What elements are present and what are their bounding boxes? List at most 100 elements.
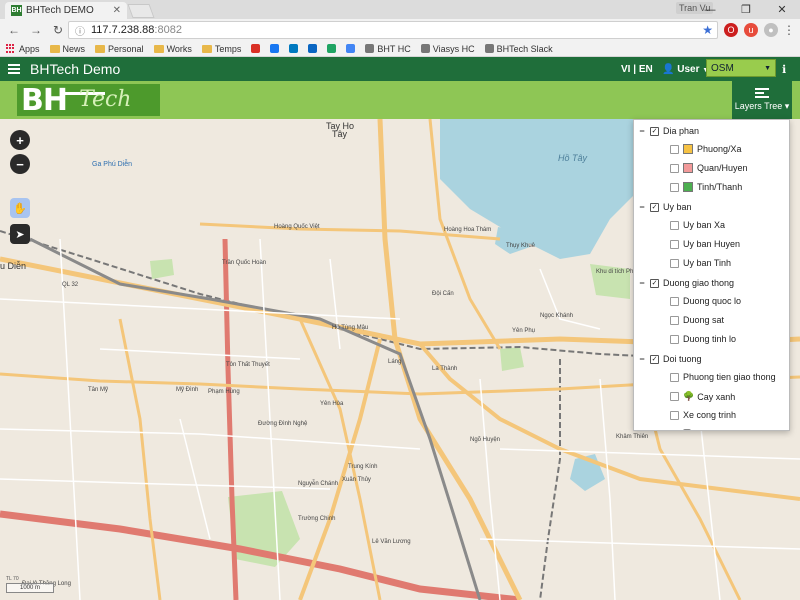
opera-extension-icon[interactable]: O xyxy=(724,23,738,37)
layer-group-checkbox[interactable]: ✓ xyxy=(650,202,659,212)
brand-band: BH Tech xyxy=(0,81,800,119)
basemap-select[interactable]: OSM ▼ xyxy=(706,59,776,77)
layer-group[interactable]: − ✓ Dia phan xyxy=(634,126,699,136)
layer-item-checkbox[interactable] xyxy=(670,144,679,154)
bookmark-label: BHTech Slack xyxy=(496,43,553,54)
bookmark-item[interactable] xyxy=(270,44,280,53)
layer-group-checkbox[interactable]: ✓ xyxy=(650,126,659,136)
park-area xyxy=(500,347,524,371)
layer-item-label: Xe cong trinh xyxy=(683,410,737,420)
layer-item-label: Uy ban Tinh xyxy=(683,258,732,268)
layers-tree-button[interactable]: Layers Tree ▾ xyxy=(732,81,792,119)
layer-item-label: Uy ban Xa xyxy=(683,220,726,230)
forward-arrow-icon[interactable]: → xyxy=(28,23,44,37)
bookmark-item[interactable]: Personal xyxy=(95,44,144,54)
layer-item[interactable]: Uy ban Huyen xyxy=(670,239,740,249)
layer-item[interactable]: Cong ty xyxy=(670,429,725,430)
bookmark-star-icon[interactable]: ★ xyxy=(702,23,713,37)
pan-hand-tool-icon[interactable]: ✋ xyxy=(10,198,30,218)
browser-menu-icon[interactable]: ⋮ xyxy=(782,23,796,37)
collapse-toggle-icon[interactable]: − xyxy=(634,278,650,288)
folder-icon xyxy=(49,44,60,53)
window-close-icon[interactable]: ✕ xyxy=(764,0,800,19)
bhtech-logo: BH Tech xyxy=(17,83,160,118)
collapse-toggle-icon[interactable]: − xyxy=(634,202,650,212)
bookmark-item[interactable]: Apps xyxy=(6,43,40,54)
layer-item[interactable]: Duong tinh lo xyxy=(670,334,736,344)
layer-item-checkbox[interactable] xyxy=(670,296,679,306)
map-label: Hoàng Hoa Thám xyxy=(444,227,492,233)
folder-icon xyxy=(201,44,212,53)
railway xyxy=(539,359,561,600)
browser-tab-active[interactable]: BH BHTech DEMO ✕ xyxy=(5,2,127,19)
lang-vi-link[interactable]: VI xyxy=(621,64,630,75)
bookmark-item[interactable] xyxy=(346,44,356,53)
lang-separator: | xyxy=(633,63,637,75)
favicon-icon: BH xyxy=(11,5,22,16)
bookmark-label: Viasys HC xyxy=(432,43,475,54)
ublock-extension-icon[interactable]: u xyxy=(744,23,758,37)
layer-item-label: Cay xanh xyxy=(697,391,736,402)
bookmark-item[interactable]: Works xyxy=(153,44,192,54)
layer-item-checkbox[interactable] xyxy=(670,334,679,344)
layer-item-checkbox[interactable] xyxy=(670,239,679,249)
layer-item[interactable]: Duong sat xyxy=(670,315,724,325)
url-input[interactable]: ⓘ 117.7.238.88 :8082 ★ xyxy=(68,21,718,39)
layer-item-checkbox[interactable] xyxy=(670,258,679,268)
bookmark-item[interactable] xyxy=(251,44,261,53)
park-area xyxy=(150,259,174,279)
layer-item-checkbox[interactable] xyxy=(670,220,679,230)
bookmark-item[interactable]: Temps xyxy=(201,44,241,54)
zoom-out-button[interactable]: − xyxy=(10,154,30,174)
layer-item[interactable]: Phuong/Xa xyxy=(670,144,742,154)
bookmark-item[interactable]: BHTech Slack xyxy=(484,43,553,54)
legend-swatch xyxy=(683,182,693,192)
layer-group-checkbox[interactable]: ✓ xyxy=(650,278,659,288)
layer-item[interactable]: 🌳 Cay xanh xyxy=(670,391,735,402)
layer-item[interactable]: Quan/Huyen xyxy=(670,163,748,173)
extension-icon[interactable]: ● xyxy=(764,23,778,37)
logo-tech-text: Tech xyxy=(79,87,132,112)
minimize-icon[interactable]: — xyxy=(692,0,728,19)
layer-item-label: Tinh/Thanh xyxy=(697,182,743,192)
layer-item[interactable]: Tinh/Thanh xyxy=(670,182,742,192)
layer-item-checkbox[interactable] xyxy=(670,392,679,401)
legend-swatch xyxy=(683,163,693,173)
bookmark-item[interactable]: Viasys HC xyxy=(420,43,475,54)
info-icon[interactable]: ℹ xyxy=(782,63,786,76)
layer-item-checkbox[interactable] xyxy=(670,429,679,430)
layer-item-checkbox[interactable] xyxy=(670,163,679,173)
site-info-icon[interactable]: ⓘ xyxy=(75,23,85,38)
select-arrow-tool-icon[interactable]: ➤ xyxy=(10,224,30,244)
layer-item[interactable]: Uy ban Tinh xyxy=(670,258,731,268)
layer-group-checkbox[interactable]: ✓ xyxy=(650,354,659,364)
lang-en-link[interactable]: EN xyxy=(639,64,653,75)
layer-group[interactable]: − ✓ Uy ban xyxy=(634,202,691,212)
maximize-icon[interactable]: ❐ xyxy=(728,0,764,19)
layer-group[interactable]: − ✓ Duong giao thong xyxy=(634,278,734,288)
bookmark-item[interactable] xyxy=(327,44,337,53)
bookmark-item[interactable]: BHT HC xyxy=(365,44,411,54)
bookmark-item[interactable] xyxy=(308,44,318,53)
tab-close-icon[interactable]: ✕ xyxy=(113,5,121,16)
layer-item[interactable]: Uy ban Xa xyxy=(670,220,725,230)
back-arrow-icon[interactable]: ← xyxy=(6,23,22,37)
zoom-in-button[interactable]: + xyxy=(10,130,30,150)
collapse-toggle-icon[interactable]: − xyxy=(634,126,650,136)
layer-item[interactable]: Xe cong trinh xyxy=(670,410,736,420)
user-menu[interactable]: 👤 User ▼ xyxy=(662,64,709,75)
layer-item-checkbox[interactable] xyxy=(670,315,679,325)
bookmark-item[interactable]: News xyxy=(49,44,85,54)
bookmark-item[interactable] xyxy=(289,44,299,53)
map-label: Trung Kính xyxy=(348,464,378,470)
layer-item[interactable]: Duong quoc lo xyxy=(670,296,741,306)
collapse-toggle-icon[interactable]: − xyxy=(634,354,650,364)
layer-item-checkbox[interactable] xyxy=(670,182,679,192)
new-tab-button[interactable] xyxy=(127,4,155,18)
layer-item-checkbox[interactable] xyxy=(670,410,679,420)
hamburger-menu-icon[interactable] xyxy=(8,64,20,74)
layer-item[interactable]: Phuong tien giao thong xyxy=(670,372,776,382)
reload-icon[interactable]: ↻ xyxy=(50,23,66,37)
layer-item-checkbox[interactable] xyxy=(670,372,679,382)
layer-group[interactable]: − ✓ Doi tuong xyxy=(634,354,701,364)
